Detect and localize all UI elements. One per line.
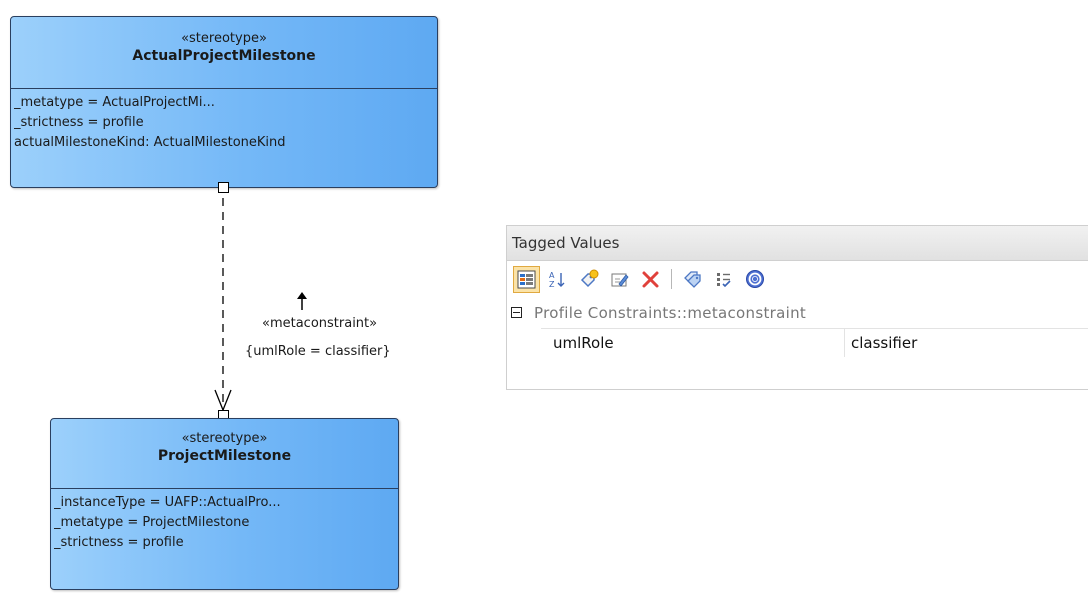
class-name: ActualProjectMilestone — [132, 48, 316, 64]
attribute-item: _instanceType = UAFP::ActualPro... — [54, 495, 281, 510]
checklist-icon[interactable] — [710, 266, 737, 293]
toolbar-separator — [671, 269, 672, 289]
tags-icon[interactable] — [679, 266, 706, 293]
group-label: Profile Constraints::metaconstraint — [534, 303, 807, 322]
class-header: «stereotype» ActualProjectMilestone — [11, 17, 437, 89]
class-actual-project-milestone[interactable]: «stereotype» ActualProjectMilestone _met… — [10, 16, 438, 188]
delete-icon[interactable] — [637, 266, 664, 293]
class-name: ProjectMilestone — [157, 448, 292, 464]
attribute-item: _strictness = profile — [54, 535, 184, 550]
new-tag-icon[interactable] — [575, 266, 602, 293]
property-group-row[interactable]: Profile Constraints::metaconstraint — [507, 297, 1088, 328]
property-row[interactable]: umlRole classifier — [541, 328, 1088, 357]
class-project-milestone[interactable]: «stereotype» ProjectMilestone _instanceT… — [50, 418, 399, 590]
attribute-compartment: _metatype = ActualProjectMi... _strictne… — [11, 89, 437, 157]
attribute-item: actualMilestoneKind: ActualMilestoneKind — [14, 135, 286, 150]
svg-text:A: A — [549, 271, 555, 280]
panel-title: Tagged Values — [507, 226, 1088, 261]
tagged-values-panel: Tagged Values A Z Profile Constraints::m… — [506, 225, 1088, 390]
connector-constraint-label[interactable]: {umlRole = classifier} — [245, 344, 391, 359]
stereotype-label: «stereotype» — [181, 431, 268, 446]
property-value[interactable]: classifier — [845, 334, 917, 352]
attribute-item: _metatype = ActualProjectMi... — [14, 95, 215, 110]
tagged-values-toolbar: A Z — [507, 261, 1088, 297]
connector-stereotype-label[interactable]: «metaconstraint» — [262, 316, 377, 331]
help-icon[interactable] — [741, 266, 768, 293]
attribute-compartment: _instanceType = UAFP::ActualPro... _meta… — [51, 489, 398, 557]
connector-source-port[interactable] — [218, 182, 229, 193]
attribute-item: _strictness = profile — [14, 115, 144, 130]
stereotype-label: «stereotype» — [181, 31, 267, 46]
collapse-icon[interactable] — [511, 307, 522, 318]
categorized-view-icon[interactable] — [513, 265, 540, 293]
attribute-item: _metatype = ProjectMilestone — [54, 515, 250, 530]
edit-tag-icon[interactable] — [606, 266, 633, 293]
property-name: umlRole — [541, 329, 845, 357]
sort-alpha-icon[interactable]: A Z — [544, 266, 571, 293]
class-header: «stereotype» ProjectMilestone — [51, 419, 398, 489]
svg-text:Z: Z — [549, 280, 555, 289]
